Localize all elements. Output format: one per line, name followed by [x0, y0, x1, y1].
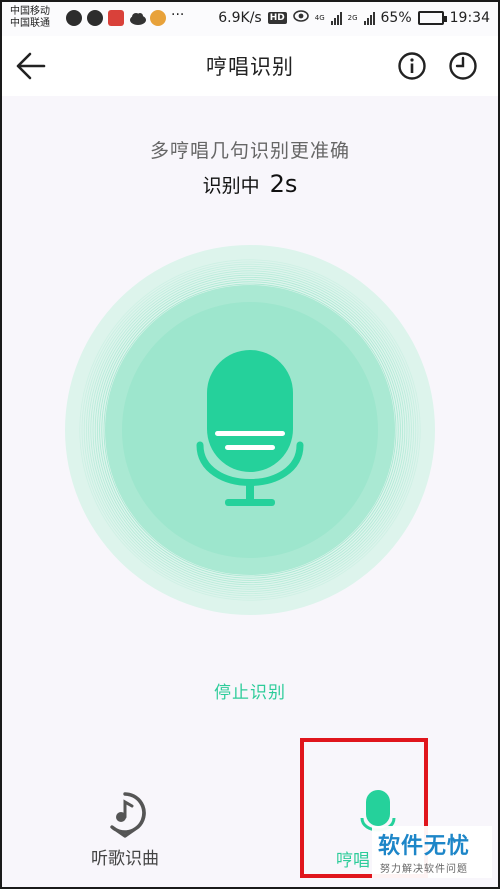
- app-header: 哼唱识别: [0, 36, 500, 96]
- hint-text: 多哼唱几句识别更准确: [149, 140, 350, 162]
- clock: 19:34: [449, 10, 490, 26]
- net-type-1: 4G: [314, 13, 325, 22]
- k-app-icon: [87, 10, 103, 26]
- battery-percent: 65%: [380, 10, 412, 26]
- stock-app-icon: [108, 10, 124, 26]
- status-bar: 中国移动 中国联通 ··· 6.9K/s HD 4G 2G 65% 19:34: [0, 0, 500, 36]
- status-label: 识别中: [202, 175, 260, 197]
- back-button[interactable]: [14, 50, 48, 82]
- tab-song-recognition[interactable]: 听歌识曲: [70, 788, 180, 873]
- weibo-icon: [150, 10, 166, 26]
- recognition-status: 识别中 2s: [0, 170, 500, 198]
- signal-icon-1: [330, 11, 342, 25]
- stop-recognition-button[interactable]: 停止识别: [0, 678, 500, 703]
- hd-icon: HD: [267, 12, 287, 24]
- app-notification-icon: [66, 10, 82, 26]
- tab-hum-label: 哼唱: [336, 851, 370, 871]
- signal-icon-2: [363, 11, 375, 25]
- carrier-info: 中国移动 中国联通: [10, 6, 62, 30]
- notification-icons: ···: [66, 7, 189, 26]
- watermark: 软件无忧 努力解决软件问题: [372, 826, 492, 878]
- weather-icon: [129, 10, 146, 26]
- carrier-1: 中国移动: [10, 6, 50, 17]
- page-title: 哼唱识别: [206, 55, 294, 79]
- mic-visualizer: [65, 245, 435, 615]
- battery-icon: [417, 11, 447, 25]
- info-icon: [398, 52, 426, 80]
- elapsed-seconds: 2s: [269, 170, 298, 198]
- more-notifications-icon: ···: [171, 7, 185, 23]
- carrier-2: 中国联通: [10, 18, 50, 29]
- tab-song-label: 听歌识曲: [91, 849, 159, 869]
- network-speed: 6.9K/s: [218, 10, 262, 26]
- watermark-title: 软件无忧: [378, 834, 471, 859]
- arrow-left-icon: [16, 52, 46, 80]
- info-button[interactable]: [397, 51, 427, 81]
- net-type-2: 2G: [347, 13, 358, 22]
- history-button[interactable]: [448, 51, 478, 81]
- clock-icon: [449, 52, 477, 80]
- watermark-subtitle: 努力解决软件问题: [380, 864, 468, 875]
- eye-icon: [292, 10, 309, 26]
- song-recognition-icon: [110, 792, 146, 838]
- system-status: 6.9K/s HD 4G 2G 65% 19:34: [218, 10, 490, 26]
